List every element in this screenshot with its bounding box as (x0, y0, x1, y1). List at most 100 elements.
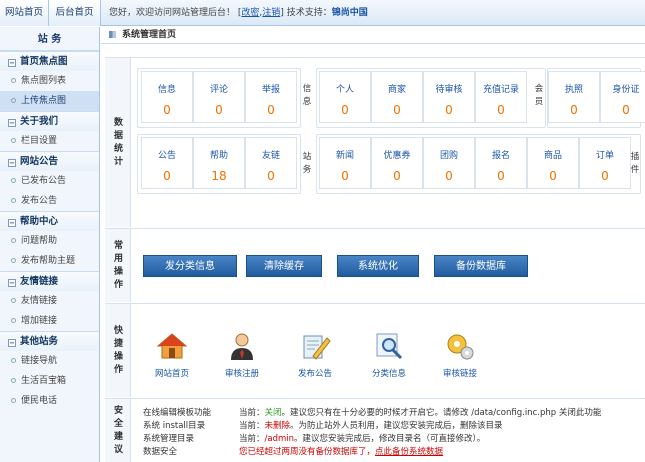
stat-box[interactable]: 身份证 0 (600, 71, 645, 123)
stat-label: 友链 (261, 151, 280, 161)
sidebar-group-label: 网站公告 (20, 156, 59, 167)
breadcrumb: 系统管理首页 (101, 27, 645, 44)
stat-box[interactable]: 优惠券 0 (371, 137, 423, 189)
sidebar-group-head[interactable]: − 关于我们 (0, 111, 99, 131)
main-panel: 系统管理首页 数据统计 信息 0 评论 0 举报 0 个人 0 商家 0 待审核 0 充值记录 0 执照 0 身… (101, 27, 645, 462)
sidebar-item[interactable]: 便民电话 (0, 391, 99, 411)
stat-box[interactable]: 报名 0 (475, 137, 527, 189)
stat-box[interactable]: 商品 0 (527, 137, 579, 189)
stat-box[interactable]: 公告 0 (141, 137, 193, 189)
collapse-icon: − (8, 119, 16, 127)
sidebar-item[interactable]: 栏目设置 (0, 131, 99, 151)
magnifier-icon (373, 330, 405, 362)
sidebar-item[interactable]: 发布公告 (0, 191, 99, 211)
stat-box[interactable]: 帮助 18 (193, 137, 245, 189)
stat-box[interactable]: 个人 0 (319, 71, 371, 123)
security-status: 您已经超过两周没有备份数据库了， (239, 447, 376, 457)
stat-value: 18 (211, 169, 227, 183)
welcome-bar: 您好，欢迎访问网站管理后台！ [改密,注销] 技术支持：锦尚中国 (109, 8, 368, 18)
stat-side-label: 站务 (302, 152, 312, 175)
sidebar-group-label: 首页焦点图 (20, 56, 68, 67)
sidebar-item[interactable]: 上传焦点图 (0, 91, 99, 111)
sidebar-item-label: 便民电话 (21, 396, 58, 406)
quick-op-gears[interactable]: 审核链接 (430, 330, 490, 379)
stat-box[interactable]: 新闻 0 (319, 137, 371, 189)
quick-section: 快捷操作 网站首页 审核注册 发布公告 分类信息 审核链接 (105, 303, 645, 397)
sidebar-item[interactable]: 焦点图列表 (0, 71, 99, 91)
sidebar-item[interactable]: 问题帮助 (0, 231, 99, 251)
backup-link[interactable]: 点此备份系统数据 (375, 447, 443, 457)
stat-side-label: 信息 (302, 84, 312, 107)
sidebar-group-head[interactable]: − 首页焦点图 (0, 51, 99, 71)
sidebar-group-head[interactable]: − 网站公告 (0, 151, 99, 171)
sidebar-group-head[interactable]: − 友情链接 (0, 271, 99, 291)
security-status: 未删除 (264, 421, 291, 431)
sidebar-item[interactable]: 链接导航 (0, 351, 99, 371)
sidebar-item[interactable]: 生活百宝箱 (0, 371, 99, 391)
change-password-link[interactable]: 改密 (241, 8, 259, 18)
sidebar-item-label: 生活百宝箱 (21, 376, 67, 386)
sidebar-group: − 友情链接 友情链接 增加链接 (0, 271, 99, 331)
stat-side-label: 插件 (630, 152, 640, 175)
stat-label: 公告 (157, 151, 176, 161)
op-button[interactable]: 备份数据库 (434, 255, 528, 277)
sidebar-title: 站 务 (0, 27, 99, 51)
stats-section: 数据统计 信息 0 评论 0 举报 0 个人 0 商家 0 待审核 0 充值记录 0 执照 0 身份证 0 公告 0 帮… (105, 57, 645, 227)
bullet-icon (11, 198, 16, 203)
sidebar-group-label: 友情链接 (20, 276, 59, 287)
stat-box[interactable]: 评论 0 (193, 71, 245, 123)
stat-label: 举报 (261, 85, 280, 95)
op-button[interactable]: 清除缓存 (246, 255, 322, 277)
stat-box[interactable]: 商家 0 (371, 71, 423, 123)
sidebar-group-label: 关于我们 (20, 116, 59, 127)
stat-box[interactable]: 友链 0 (245, 137, 297, 189)
op-button[interactable]: 系统优化 (337, 255, 419, 277)
security-row: 系统管理目录 当前：/admin。建议您安装完成后，修改目录名（可直接修改）。 (143, 432, 485, 444)
sidebar-item[interactable]: 已发布公告 (0, 171, 99, 191)
quick-op-house[interactable]: 网站首页 (142, 330, 202, 379)
stat-box[interactable]: 订单 0 (579, 137, 631, 189)
quick-op-label: 审核注册 (224, 369, 259, 379)
stat-box[interactable]: 执照 0 (548, 71, 600, 123)
edit-icon (299, 330, 331, 362)
quick-op-user[interactable]: 审核注册 (212, 330, 272, 379)
stat-value: 0 (215, 103, 223, 117)
sidebar-item[interactable]: 增加链接 (0, 311, 99, 331)
sidebar-group-head[interactable]: − 帮助中心 (0, 211, 99, 231)
quick-op-edit[interactable]: 发布公告 (285, 330, 345, 379)
stat-box[interactable]: 举报 0 (245, 71, 297, 123)
sidebar-item[interactable]: 发布帮助主题 (0, 251, 99, 271)
stat-label: 个人 (335, 85, 354, 95)
stat-value: 0 (570, 103, 578, 117)
tab-admin-home[interactable]: 后台首页 (49, 0, 101, 26)
security-advice: 。为防止站外人员利用，建议您安装完成后，删除该目录 (290, 421, 503, 431)
security-row: 在线编辑模板功能 当前：关闭。建议您只有在十分必要的时候才开启它。请修改 /dat… (143, 406, 601, 418)
sidebar-item-label: 发布帮助主题 (21, 256, 76, 266)
sidebar-item[interactable]: 友情链接 (0, 291, 99, 311)
tab-site-home[interactable]: 网站首页 (0, 0, 49, 26)
quick-op-label: 分类信息 (371, 369, 406, 379)
security-status: 关闭 (264, 408, 282, 418)
stat-value: 0 (445, 103, 453, 117)
gears-icon (444, 330, 476, 362)
stat-label: 商品 (543, 151, 562, 161)
support-brand-link[interactable]: 锦尚中国 (332, 8, 368, 18)
stat-value: 0 (163, 169, 171, 183)
logout-link[interactable]: 注销 (262, 8, 280, 18)
stat-box[interactable]: 充值记录 0 (475, 71, 527, 123)
stat-box[interactable]: 团购 0 (423, 137, 475, 189)
stat-value: 0 (341, 103, 349, 117)
op-button[interactable]: 发分类信息 (143, 255, 237, 277)
stat-box[interactable]: 待审核 0 (423, 71, 475, 123)
security-item-name: 在线编辑模板功能 (143, 408, 212, 418)
stat-box[interactable]: 信息 0 (141, 71, 193, 123)
stat-label: 充值记录 (482, 85, 519, 95)
bullet-icon (11, 238, 16, 243)
sidebar-item-label: 上传焦点图 (21, 96, 67, 106)
sidebar-group-label: 其他站务 (20, 336, 59, 347)
bullet-icon (11, 258, 16, 263)
quick-op-magnifier[interactable]: 分类信息 (359, 330, 419, 379)
sidebar-item-label: 栏目设置 (21, 136, 58, 146)
sidebar-group-head[interactable]: − 其他站务 (0, 331, 99, 351)
top-bar: 网站首页 后台首页 您好，欢迎访问网站管理后台！ [改密,注销] 技术支持：锦尚… (0, 0, 645, 26)
